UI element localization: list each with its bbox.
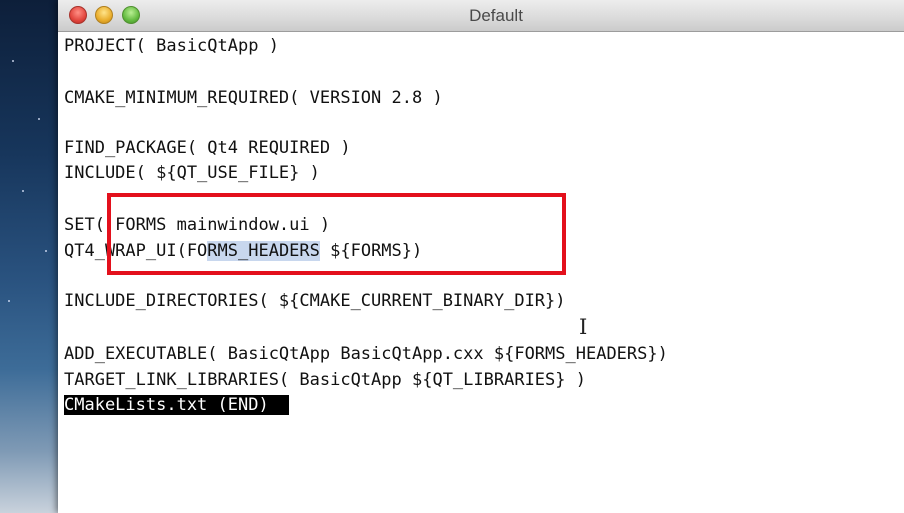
star [12,60,14,62]
code-line: TARGET_LINK_LIBRARIES( BasicQtApp ${QT_L… [64,370,586,390]
star [8,300,10,302]
code-line: INCLUDE( ${QT_USE_FILE} ) [64,163,320,183]
highlight-annotation-box [107,193,566,275]
star [38,118,40,120]
star [22,190,24,192]
star [45,250,47,252]
window-title: Default [469,6,523,25]
pager-status-line: CMakeLists.txt (END) [64,393,289,417]
text-cursor-icon: I [579,315,588,339]
terminal-window[interactable]: Default PROJECT( BasicQtApp ) CMAKE_MINI… [58,0,904,513]
desktop-background [0,0,58,513]
title-bar[interactable]: Default [58,0,904,32]
code-line: FIND_PACKAGE( Qt4 REQUIRED ) [64,138,351,158]
code-line: ADD_EXECUTABLE( BasicQtApp BasicQtApp.cx… [64,344,668,364]
code-line: CMAKE_MINIMUM_REQUIRED( VERSION 2.8 ) [64,88,443,108]
code-line: PROJECT( BasicQtApp ) [64,36,279,56]
code-line: INCLUDE_DIRECTORIES( ${CMAKE_CURRENT_BIN… [64,291,566,311]
status-text: CMakeLists.txt (END) [64,395,289,415]
